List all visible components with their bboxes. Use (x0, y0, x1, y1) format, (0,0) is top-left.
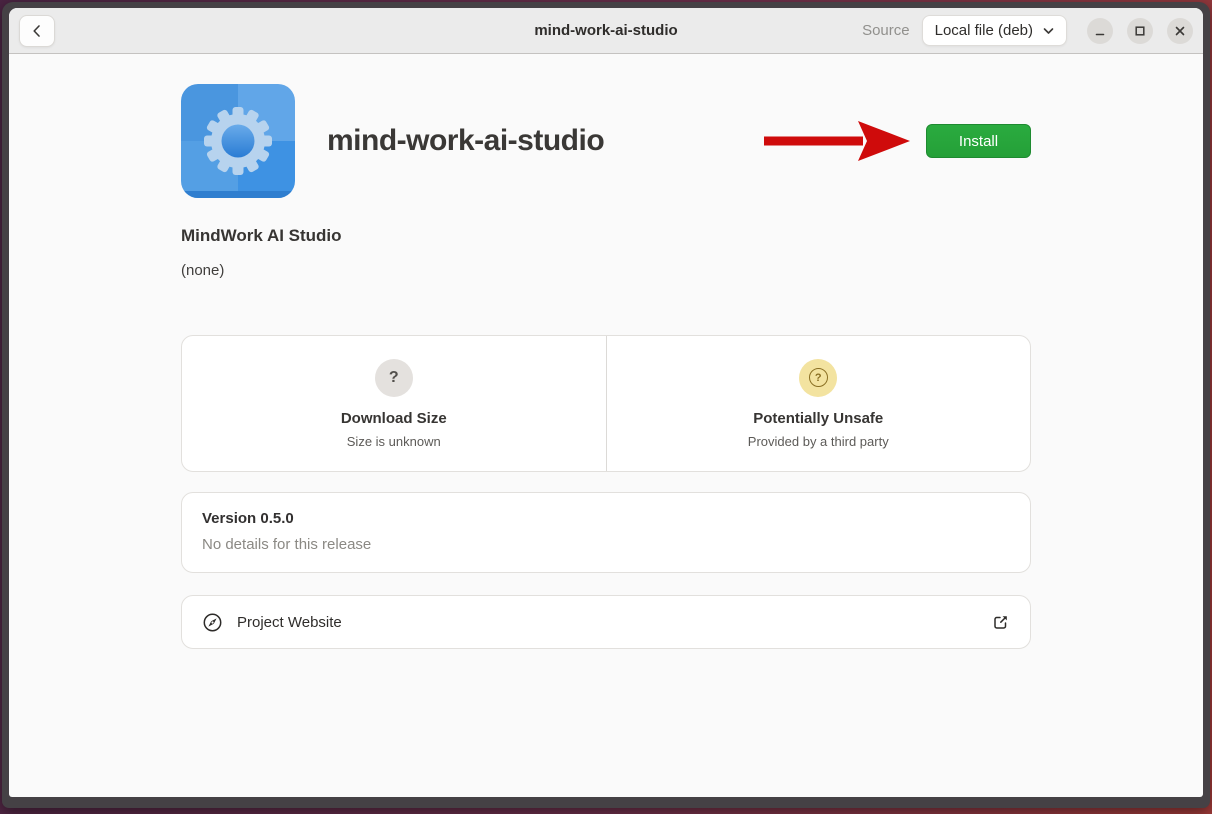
minimize-button[interactable] (1087, 18, 1113, 44)
safety-tile[interactable]: ? Potentially Unsafe Provided by a third… (607, 336, 1031, 471)
close-button[interactable] (1167, 18, 1193, 44)
download-size-title: Download Size (341, 410, 447, 427)
source-label: Source (862, 22, 910, 39)
window-controls (1087, 18, 1193, 44)
app-developer: (none) (181, 262, 1031, 279)
version-card: Version 0.5.0 No details for this releas… (181, 492, 1031, 573)
safety-subtitle: Provided by a third party (748, 434, 889, 449)
context-tiles-card: ? Download Size Size is unknown ? Potent… (181, 335, 1031, 472)
safety-title: Potentially Unsafe (753, 410, 883, 427)
app-display-name: MindWork AI Studio (181, 226, 1031, 246)
software-app-window: mind-work-ai-studio Source Local file (d… (9, 8, 1203, 797)
source-dropdown[interactable]: Local file (deb) (922, 15, 1067, 46)
external-link-icon (991, 613, 1010, 632)
chevron-down-icon (1043, 27, 1054, 35)
main-content: mind-work-ai-studio Install MindWork AI … (9, 54, 1203, 649)
headerbar: mind-work-ai-studio Source Local file (d… (9, 8, 1203, 54)
compass-icon (202, 612, 223, 633)
maximize-button[interactable] (1127, 18, 1153, 44)
project-website-row[interactable]: Project Website (181, 595, 1031, 649)
version-details: No details for this release (202, 536, 1010, 553)
chevron-left-icon (29, 23, 45, 39)
download-size-tile[interactable]: ? Download Size Size is unknown (182, 336, 606, 471)
version-title: Version 0.5.0 (202, 510, 1010, 527)
question-mark-ring-icon: ? (799, 359, 837, 397)
install-button[interactable]: Install (926, 124, 1031, 158)
download-size-subtitle: Size is unknown (347, 434, 441, 449)
project-website-label: Project Website (237, 614, 342, 631)
maximize-icon (1133, 24, 1147, 38)
headerbar-right: Source Local file (deb) (862, 15, 1193, 46)
source-dropdown-value: Local file (deb) (935, 22, 1033, 39)
package-title: mind-work-ai-studio (327, 124, 762, 158)
back-button[interactable] (19, 15, 55, 47)
app-header-row: mind-work-ai-studio Install (181, 84, 1031, 198)
package-gear-icon (181, 84, 295, 198)
question-mark-circle-icon: ? (375, 359, 413, 397)
window-title: mind-work-ai-studio (534, 22, 677, 39)
window-frame: mind-work-ai-studio Source Local file (d… (2, 2, 1210, 808)
red-arrow-annotation-icon (762, 118, 912, 164)
minimize-icon (1093, 24, 1107, 38)
close-icon (1173, 24, 1187, 38)
